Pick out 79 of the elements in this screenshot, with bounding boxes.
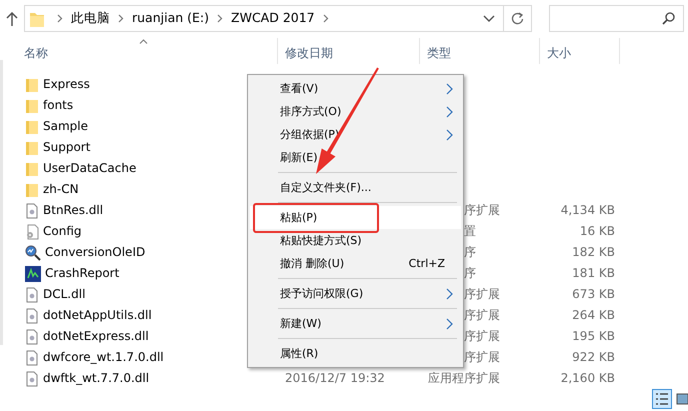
file-name[interactable]: Sample — [43, 116, 88, 137]
file-name[interactable]: ConversionOleID — [45, 242, 146, 263]
file-type: 序 — [464, 245, 476, 259]
magnifier-icon — [25, 244, 41, 260]
dropdown-icon[interactable] — [483, 14, 495, 22]
file-icon — [25, 328, 39, 344]
menu-item[interactable]: 新建(W) — [250, 312, 461, 335]
column-header[interactable]: 修改日期 — [278, 38, 420, 64]
file-type: 序扩展 — [464, 308, 500, 322]
menu-item[interactable]: 刷新(E) — [250, 146, 461, 169]
gear-file-icon — [25, 224, 39, 240]
file-size: 673 KB — [572, 287, 615, 301]
folder-icon — [25, 76, 39, 92]
file-name[interactable]: BtnRes.dll — [43, 200, 104, 221]
file-type: 应用程序扩展 — [428, 371, 500, 385]
file-type: 序扩展 — [464, 350, 500, 364]
folder-icon — [25, 118, 39, 134]
file-icon — [25, 308, 39, 324]
file-size: 16 KB — [580, 224, 615, 238]
file-type: 置 — [464, 224, 476, 238]
menu-item[interactable]: 授予访问权限(G) — [250, 282, 461, 305]
column-header[interactable]: 类型 — [420, 38, 540, 64]
file-name[interactable]: DCL.dll — [43, 284, 86, 305]
menu-item[interactable]: 查看(V) — [250, 77, 461, 100]
column-header[interactable]: 名称 — [0, 38, 278, 64]
file-size: 2,160 KB — [560, 371, 615, 385]
refresh-button[interactable] — [504, 5, 532, 32]
chevron-icon[interactable] — [118, 14, 124, 23]
file-name[interactable]: Support — [43, 137, 90, 158]
file-name[interactable]: dwftk_wt.7.7.0.dll — [43, 368, 150, 389]
search-icon — [662, 12, 675, 25]
menu-item[interactable]: 自定义文件夹(F)... — [250, 176, 461, 199]
modified-date: 2016/12/7 19:32 — [285, 371, 385, 385]
file-name[interactable]: fonts — [43, 95, 74, 116]
details-view-icon[interactable] — [652, 389, 672, 409]
file-icon — [25, 286, 39, 302]
file-size: 922 KB — [572, 350, 615, 364]
folder-icon — [25, 160, 39, 176]
chevron-icon[interactable] — [322, 14, 329, 23]
file-name[interactable]: Config — [43, 221, 82, 242]
file-name[interactable]: UserDataCache — [43, 158, 136, 179]
menu-item[interactable]: 粘贴(P) — [250, 206, 461, 229]
column-header[interactable]: 大小 — [540, 38, 620, 64]
file-name[interactable]: CrashReport — [45, 263, 120, 284]
refresh-icon — [511, 12, 524, 25]
file-size: 264 KB — [572, 308, 615, 322]
file-icon — [25, 202, 39, 218]
file-size: 195 KB — [572, 329, 615, 343]
file-size: 4,134 KB — [560, 203, 615, 217]
chevron-icon[interactable] — [217, 14, 224, 23]
file-name[interactable]: Express — [43, 74, 90, 95]
app-icon — [25, 266, 41, 282]
file-name[interactable]: dotNetExpress.dll — [43, 326, 149, 347]
file-type: 序扩展 — [464, 329, 500, 343]
folder-icon — [25, 182, 39, 198]
file-type: 序扩展 — [464, 203, 500, 217]
file-type: 序 — [464, 266, 476, 280]
file-icon — [25, 350, 39, 366]
file-name[interactable]: dotNetAppUtils.dll — [43, 305, 152, 326]
menu-item[interactable]: 撤消 删除(U) Ctrl+Z — [250, 252, 461, 275]
breadcrumb[interactable]: ruanjian (E:) — [132, 9, 210, 28]
file-name[interactable]: zh-CN — [43, 179, 79, 200]
chevron-icon[interactable] — [57, 14, 63, 23]
menu-item[interactable]: 排序方式(O) — [250, 100, 461, 123]
file-size: 181 KB — [572, 266, 615, 280]
file-type: 序扩展 — [464, 287, 500, 301]
address-bar[interactable]: 此电脑 ruanjian (E:) ZWCAD 2017 — [24, 5, 504, 32]
folder-icon — [25, 98, 39, 114]
up-arrow-icon — [6, 12, 18, 26]
file-size: 182 KB — [572, 245, 615, 259]
file-name[interactable]: dwfcore_wt.1.7.0.dll — [43, 347, 164, 368]
search-field[interactable] — [549, 5, 684, 32]
breadcrumb[interactable]: ZWCAD 2017 — [231, 9, 315, 28]
menu-item[interactable]: 粘贴快捷方式(S) — [250, 229, 461, 252]
folder-icon — [25, 140, 39, 156]
file-icon — [25, 370, 39, 386]
breadcrumb[interactable]: 此电脑 — [71, 9, 110, 28]
sort-caret-icon — [138, 39, 148, 44]
menu-item[interactable]: 属性(R) — [250, 342, 461, 365]
